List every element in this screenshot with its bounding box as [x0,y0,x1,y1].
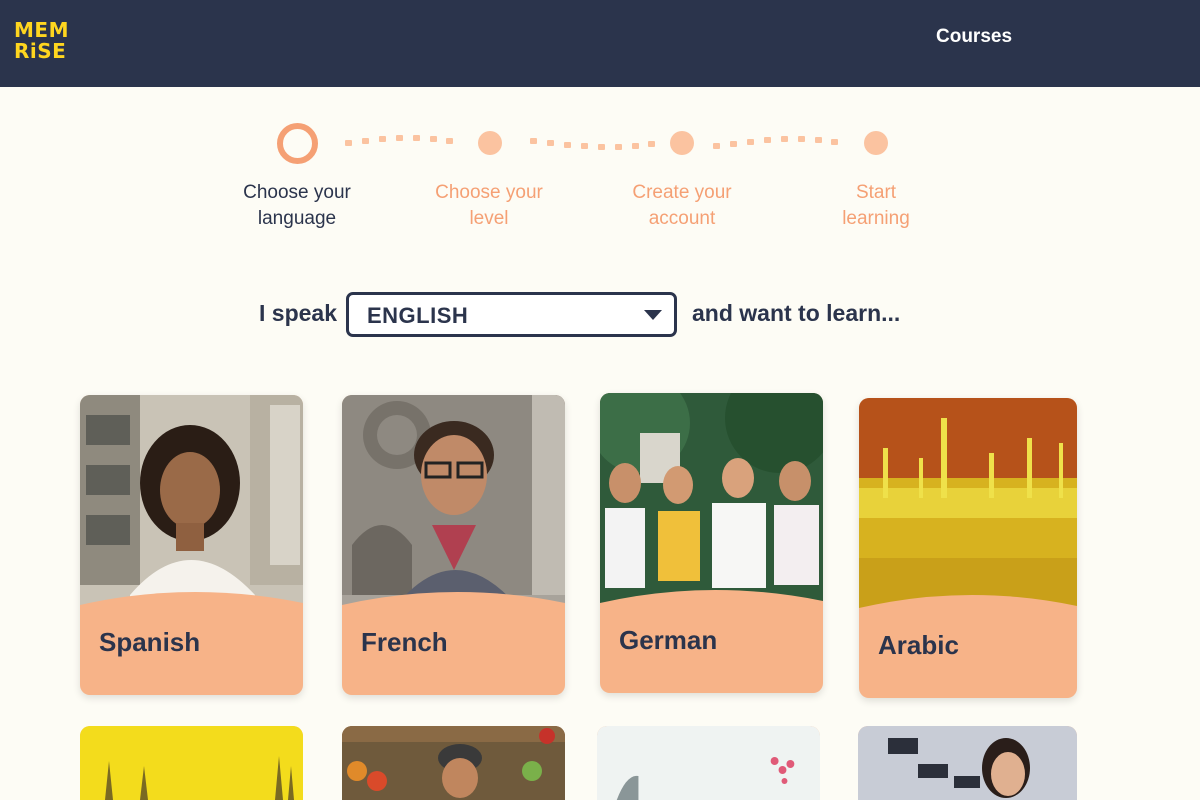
card-wave-shape [600,589,823,623]
step-1-label-line-2: language [257,208,337,229]
step-4-indicator-icon [864,131,888,155]
memrise-logo[interactable]: MEM RiSE [14,20,69,62]
source-language-select[interactable]: ENGLISH [346,292,677,337]
step-4-label: Start learning [786,180,966,232]
step-3-label-line-2: account [648,208,716,229]
nav-courses-link[interactable]: Courses [936,26,1012,48]
course-card-spanish[interactable]: Spanish [80,395,303,695]
course-8-photo [858,726,1077,800]
step-1-label: Choose your language [207,180,387,232]
step-3-label: Create your account [592,180,772,232]
logo-line-1: MEM [14,18,69,42]
course-card-5[interactable] [80,726,303,800]
chevron-down-icon [644,310,662,320]
onboarding-stepper: Choose your language Choose your level C… [0,120,1200,240]
course-card-8[interactable] [858,726,1077,800]
course-card-6[interactable] [342,726,565,800]
step-4-label-line-1: Start [855,182,897,203]
card-wave-shape [342,591,565,625]
course-card-german[interactable]: German [600,393,823,693]
step-2-indicator-icon [478,131,502,155]
step-2-label: Choose your level [399,180,579,232]
step-1-label-line-1: Choose your [243,182,351,203]
step-3-indicator-icon [670,131,694,155]
step-3-label-line-1: Create your [632,182,732,203]
course-6-photo [342,726,565,800]
want-to-learn-label: and want to learn... [692,300,901,326]
i-speak-label: I speak [259,300,337,326]
step-4-label-line-2: learning [842,208,910,229]
course-title: German [619,625,718,655]
card-wave-shape [80,591,303,625]
top-navigation-bar: MEM RiSE Courses [0,0,1200,87]
course-card-arabic[interactable]: Arabic [859,398,1077,698]
course-title: Arabic [878,630,959,660]
step-2-label-line-1: Choose your [435,182,543,203]
language-picker-row: I speak ENGLISH and want to learn... [0,292,1200,338]
course-card-7[interactable] [597,726,820,800]
source-language-value: ENGLISH [367,303,469,328]
course-card-french[interactable]: French [342,395,565,695]
course-5-photo [80,726,303,800]
card-wave-shape [859,594,1077,628]
logo-line-2: RiSE [14,39,67,63]
course-title: French [361,627,448,657]
course-7-photo [597,726,820,800]
step-2-label-line-2: level [469,208,509,229]
step-1-active-indicator-icon [277,123,318,164]
course-title: Spanish [99,627,201,657]
